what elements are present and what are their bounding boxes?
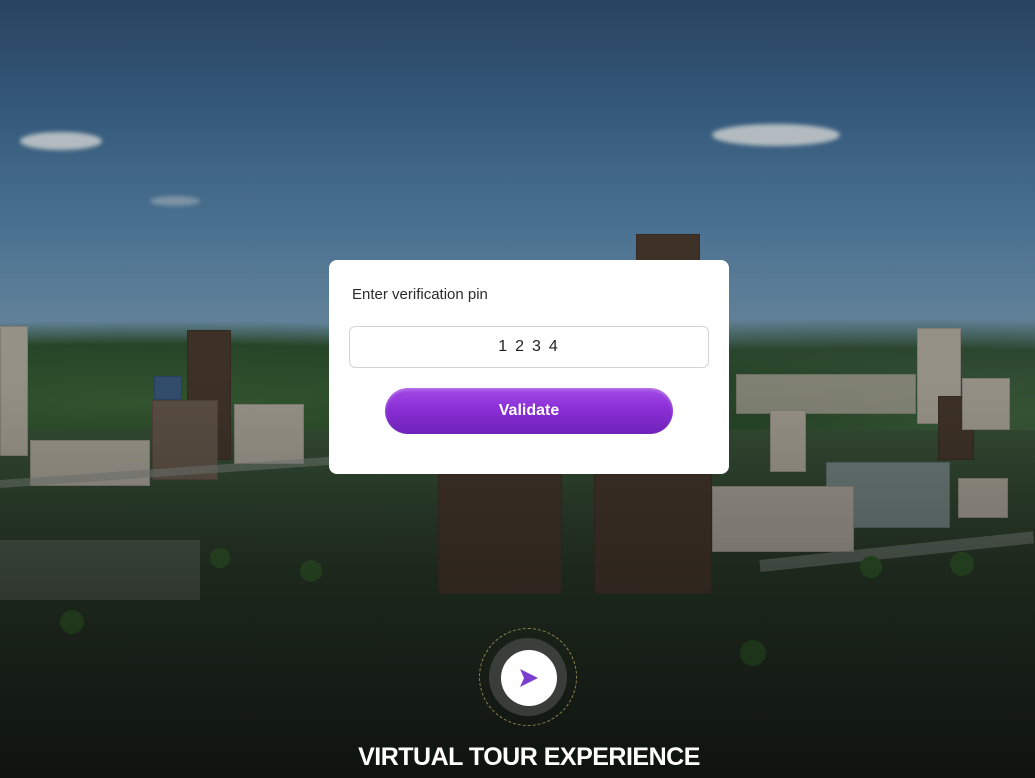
play-button[interactable]	[501, 650, 557, 706]
pin-input[interactable]	[349, 326, 709, 368]
verification-dialog: Enter verification pin Validate	[329, 260, 729, 474]
play-icon	[520, 669, 538, 687]
validate-button[interactable]: Validate	[385, 388, 673, 434]
virtual-tour-title: VIRTUAL TOUR EXPERIENCE	[358, 743, 700, 771]
pin-label: Enter verification pin	[352, 286, 488, 303]
